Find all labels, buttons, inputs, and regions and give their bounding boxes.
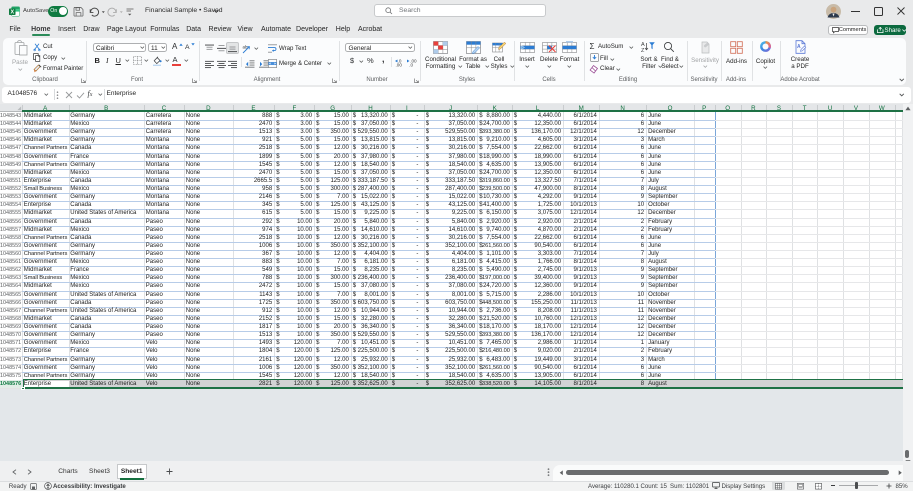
svg-text:.00: .00	[396, 63, 403, 68]
svg-text:A: A	[797, 44, 801, 50]
svg-text:X: X	[10, 9, 14, 15]
svg-text:ab: ab	[243, 44, 249, 49]
svg-text:.0: .0	[409, 63, 413, 68]
